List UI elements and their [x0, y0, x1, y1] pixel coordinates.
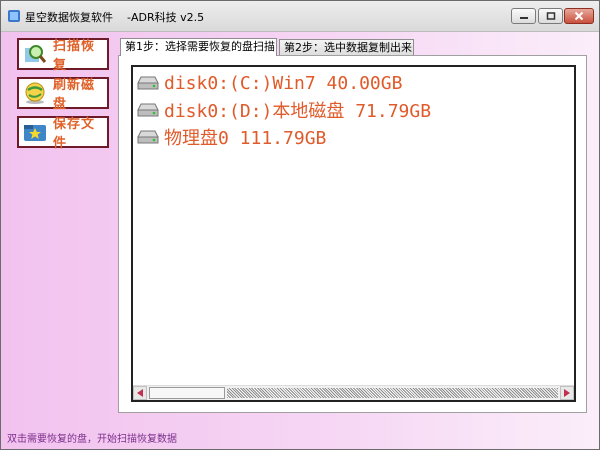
disk-item-c[interactable]: disk0:(C:)Win7 40.00GB — [137, 71, 402, 95]
close-button[interactable] — [564, 8, 594, 24]
status-text: 双击需要恢复的盘，开始扫描恢复数据 — [7, 434, 177, 445]
disk-item-label: disk0:(C:)Win7 40.00GB — [164, 72, 403, 94]
save-file-button[interactable]: 保存文件 — [17, 116, 109, 151]
save-folder-icon — [24, 125, 46, 141]
arrow-left-icon — [137, 389, 143, 397]
horizontal-scrollbar[interactable] — [133, 385, 574, 400]
scroll-right-button[interactable] — [560, 386, 574, 400]
disk-item-label: disk0:(D:)本地磁盘 71.79GB — [164, 101, 432, 122]
refresh-disk-button[interactable]: 刷新磁盘 — [17, 77, 109, 112]
tab-step2-label: 第2步：选中数据复制出来 — [284, 41, 412, 54]
disk-item-d[interactable]: disk0:(D:)本地磁盘 71.79GB — [137, 98, 431, 122]
window-title: 星空数据恢复软件 -ADR科技 v2.5 — [25, 11, 205, 24]
tab-step1[interactable]: 第1步：选择需要恢复的盘扫描 — [120, 38, 277, 56]
title-bar[interactable]: 星空数据恢复软件 -ADR科技 v2.5 — [1, 1, 599, 32]
scan-recover-button[interactable]: 扫描恢复 — [17, 38, 109, 73]
minimize-button[interactable] — [511, 8, 536, 24]
scrollbar-track[interactable] — [227, 388, 558, 398]
app-icon — [8, 10, 20, 22]
maximize-icon — [546, 12, 555, 20]
disk-item-physical0[interactable]: 物理盘0 111.79GB — [137, 125, 326, 149]
hard-drive-icon — [137, 130, 159, 144]
scrollbar-thumb[interactable] — [149, 387, 225, 399]
globe-icon — [25, 82, 45, 104]
minimize-icon — [519, 17, 528, 19]
close-icon — [574, 11, 584, 21]
save-file-label: 保存文件 — [53, 117, 96, 151]
disk-item-label: 物理盘0 111.79GB — [164, 128, 327, 149]
hard-drive-icon — [137, 103, 159, 117]
arrow-right-icon — [564, 389, 570, 397]
disk-list[interactable]: disk0:(C:)Win7 40.00GB disk0:(D:)本地磁盘 71… — [131, 65, 576, 402]
hard-drive-icon — [137, 76, 159, 90]
scan-recover-label: 扫描恢复 — [53, 39, 96, 73]
tab-step2[interactable]: 第2步：选中数据复制出来 — [279, 39, 414, 56]
magnifier-icon — [25, 45, 47, 63]
refresh-disk-label: 刷新磁盘 — [53, 78, 96, 112]
tab-panel: disk0:(C:)Win7 40.00GB disk0:(D:)本地磁盘 71… — [118, 55, 587, 413]
maximize-button[interactable] — [538, 8, 563, 24]
tab-step1-label: 第1步：选择需要恢复的盘扫描 — [125, 40, 275, 53]
scroll-left-button[interactable] — [133, 386, 147, 400]
app-window: 星空数据恢复软件 -ADR科技 v2.5 扫描恢复 刷新磁盘 保存文件 第1步：… — [0, 0, 600, 450]
